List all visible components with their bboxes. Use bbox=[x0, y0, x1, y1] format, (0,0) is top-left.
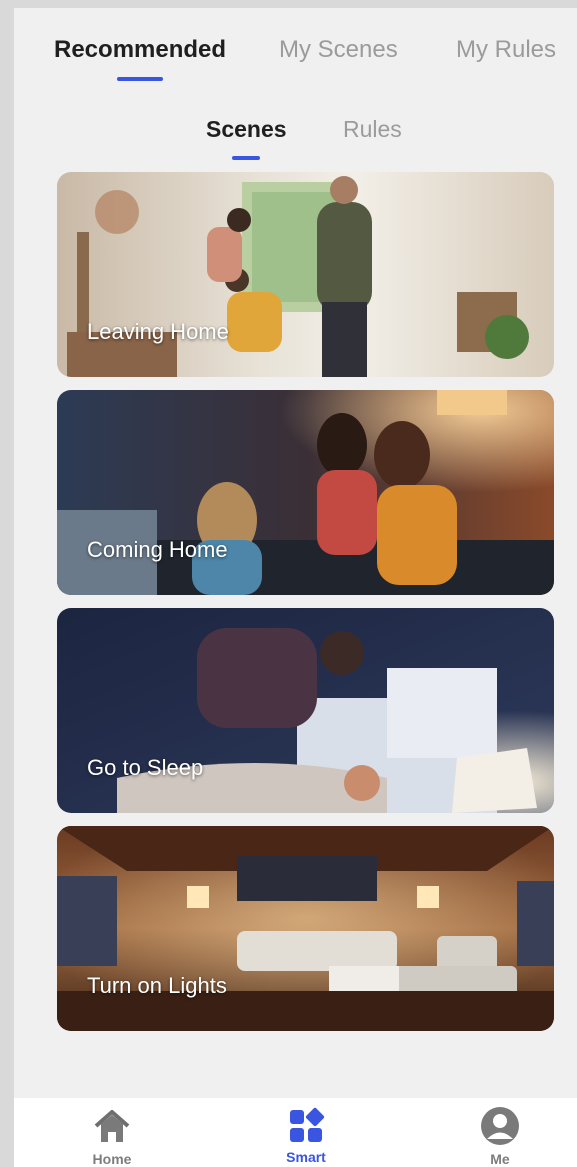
turn-on-lights-image bbox=[57, 826, 554, 1031]
subtab-rules-label: Rules bbox=[343, 116, 402, 142]
user-icon bbox=[481, 1107, 519, 1145]
subtab-scenes[interactable]: Scenes bbox=[206, 116, 287, 160]
scene-label: Coming Home bbox=[87, 537, 228, 562]
subtab-scenes-label: Scenes bbox=[206, 116, 287, 142]
smart-icon bbox=[290, 1107, 325, 1142]
nav-smart-label: Smart bbox=[286, 1149, 326, 1165]
bottom-navigation-bar: Home Smart Me bbox=[14, 1098, 577, 1167]
tab-my-rules-label: My Rules bbox=[456, 36, 557, 63]
subtab-rules[interactable]: Rules bbox=[343, 116, 402, 143]
nav-home-label: Home bbox=[92, 1151, 132, 1167]
scene-card-go-to-sleep[interactable]: Go to Sleep bbox=[57, 608, 554, 813]
tab-recommended[interactable]: Recommended bbox=[54, 36, 227, 81]
scene-label: Leaving Home bbox=[87, 319, 229, 344]
coming-home-image bbox=[57, 390, 554, 595]
scene-card-turn-on-lights[interactable]: Turn on Lights bbox=[57, 826, 554, 1031]
smart-screen: Recommended My Scenes My Rules Scenes Ru… bbox=[14, 8, 577, 1167]
scene-card-leaving-home[interactable]: Leaving Home bbox=[57, 172, 554, 377]
nav-home[interactable]: Home bbox=[52, 1098, 172, 1167]
leaving-home-image bbox=[57, 172, 554, 377]
nav-me[interactable]: Me bbox=[440, 1098, 560, 1167]
tab-active-indicator bbox=[117, 77, 164, 81]
home-icon bbox=[94, 1110, 130, 1142]
tab-my-rules[interactable]: My Rules bbox=[456, 36, 556, 64]
tab-my-scenes-label: My Scenes bbox=[279, 36, 398, 63]
top-tab-bar: Recommended My Scenes My Rules bbox=[14, 36, 577, 96]
tab-my-scenes[interactable]: My Scenes bbox=[279, 36, 398, 64]
nav-me-label: Me bbox=[490, 1151, 510, 1167]
go-to-sleep-image bbox=[57, 608, 554, 813]
scene-label: Go to Sleep bbox=[87, 755, 204, 780]
subtab-active-indicator bbox=[232, 156, 261, 160]
scene-label: Turn on Lights bbox=[87, 973, 227, 998]
scene-card-coming-home[interactable]: Coming Home bbox=[57, 390, 554, 595]
nav-smart[interactable]: Smart bbox=[246, 1098, 366, 1167]
tab-recommended-label: Recommended bbox=[54, 36, 227, 63]
sub-tab-bar: Scenes Rules bbox=[14, 116, 577, 166]
